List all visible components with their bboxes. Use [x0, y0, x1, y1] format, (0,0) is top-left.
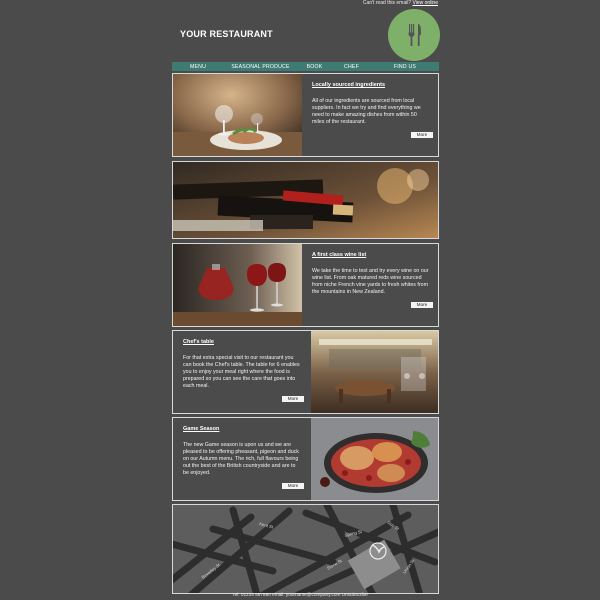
game-dish-image	[311, 418, 438, 500]
section-text-wine-list: A first class wine list We take the time…	[302, 244, 438, 326]
wine-bottles-image	[173, 162, 438, 238]
more-button-locally-sourced[interactable]: More	[411, 132, 433, 138]
section-body-chefs-table: For that extra special visit to our rest…	[183, 355, 300, 389]
section-body-wine-list: We take the time to test and try every w…	[312, 268, 429, 295]
nav-item-find-us[interactable]: FIND US	[371, 64, 439, 70]
more-button-wine-list[interactable]: More	[411, 302, 433, 308]
section-body-locally-sourced: All of our ingredients are sourced from …	[312, 98, 421, 125]
section-wine-list: A first class wine list We take the time…	[172, 243, 439, 327]
section-chefs-table: Chef's table For that extra special visi…	[172, 330, 439, 414]
view-online-text: Can't read this email?	[362, 0, 412, 6]
section-locally-sourced: Locally sourced ingredients All of our i…	[172, 73, 439, 157]
wine-glasses-image	[173, 244, 302, 326]
view-online-bar: Can't read this email? View online	[0, 0, 438, 6]
more-button-chefs-table[interactable]: More	[282, 396, 304, 402]
section-title-wine-list: A first class wine list	[312, 252, 367, 258]
brand-title: YOUR RESTAURANT	[180, 29, 273, 39]
chefs-table-image	[311, 331, 438, 413]
fork-knife-icon	[408, 24, 421, 46]
nav-item-menu[interactable]: MENU	[172, 64, 224, 70]
nav-item-book[interactable]: BOOK	[297, 64, 332, 70]
section-body-game-season: The new Game season is upon us and we ar…	[183, 442, 299, 476]
wine-bottles-banner	[172, 161, 439, 239]
view-online-link[interactable]: View online	[413, 0, 438, 6]
location-map[interactable]: Beverley St Guy St Stone St Union St Spr…	[172, 504, 439, 594]
section-text-locally-sourced: Locally sourced ingredients All of our i…	[302, 74, 438, 156]
footer: Tel: 01234 567890 email: yourname@compan…	[232, 592, 368, 597]
main-nav: MENU SEASONAL PRODUCE BOOK CHEF FIND US	[172, 62, 439, 71]
nav-item-chef[interactable]: CHEF	[332, 64, 371, 70]
section-title-game-season: Game Season	[183, 426, 220, 432]
nav-item-seasonal-produce[interactable]: SEASONAL PRODUCE	[224, 64, 297, 70]
ingredients-image	[173, 74, 302, 156]
restaurant-logo	[388, 9, 440, 61]
section-title-chefs-table: Chef's table	[183, 339, 214, 345]
more-button-game-season[interactable]: More	[282, 483, 304, 489]
section-title-locally-sourced: Locally sourced ingredients	[312, 82, 386, 88]
section-game-season: Game Season The new Game season is upon …	[172, 417, 439, 501]
